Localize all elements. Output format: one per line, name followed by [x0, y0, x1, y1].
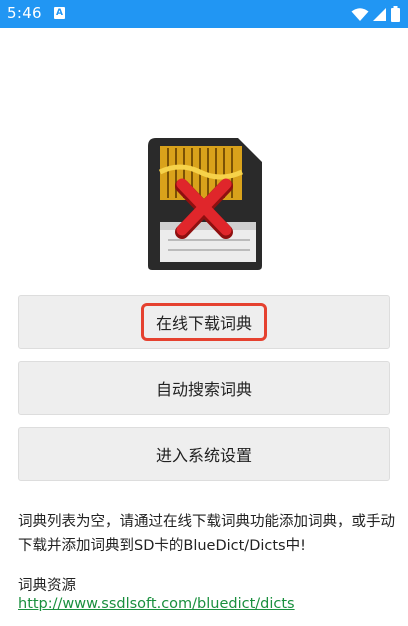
wifi-icon — [351, 7, 369, 21]
sd-card-error-icon — [148, 138, 262, 270]
settings-button[interactable]: 进入系统设置 — [18, 427, 390, 481]
empty-dict-message: 词典列表为空，请通过在线下载词典功能添加词典，或手动下载并添加词典到SD卡的Bl… — [18, 514, 395, 554]
notification-a-icon: A — [54, 7, 65, 19]
battery-icon — [391, 6, 400, 22]
status-icons — [351, 6, 400, 22]
settings-label: 进入系统设置 — [155, 446, 252, 465]
online-download-label: 在线下载词典 — [140, 303, 267, 341]
signal-icon — [373, 7, 386, 21]
status-time: 5:46 — [7, 4, 42, 22]
resources-link[interactable]: http://www.ssdlsoft.com/bluedict/dicts — [18, 596, 295, 612]
online-download-button[interactable]: 在线下载词典 — [18, 295, 390, 349]
status-bar: 5:46 A — [0, 0, 408, 28]
auto-search-button[interactable]: 自动搜索词典 — [18, 361, 390, 415]
auto-search-label: 自动搜索词典 — [155, 380, 252, 399]
resources-title: 词典资源 — [18, 578, 76, 594]
